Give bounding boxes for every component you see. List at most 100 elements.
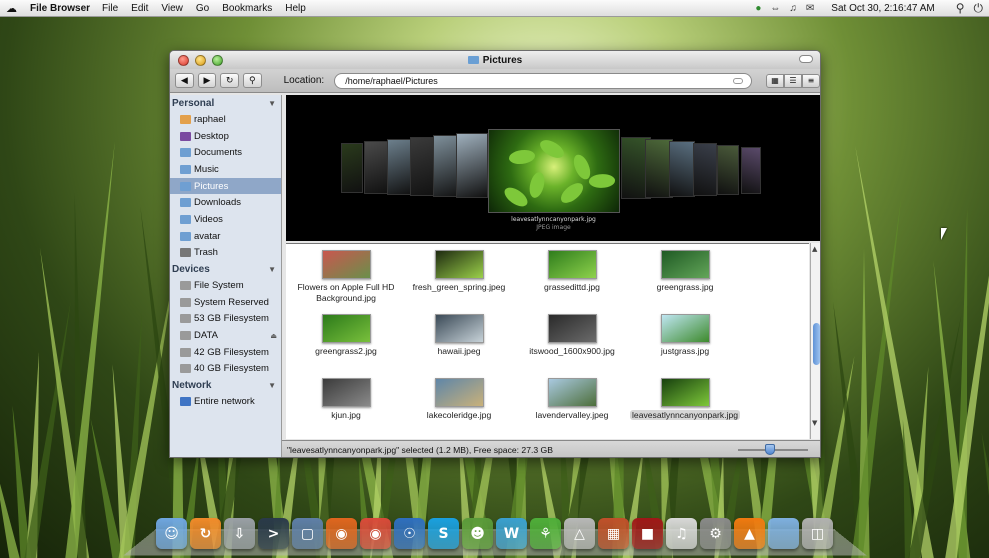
sidebar-item-40-gb-filesystem[interactable]: 40 GB Filesystem — [170, 361, 281, 378]
file-item[interactable]: justgrass.jpg — [630, 308, 740, 357]
sidebar-item-avatar[interactable]: avatar — [170, 228, 281, 245]
menu-go[interactable]: Go — [196, 3, 209, 14]
cover-flow[interactable]: leavesatlynncanyonpark.jpg JPEG image — [286, 95, 820, 241]
icon-view-button[interactable]: ▦ — [766, 73, 784, 88]
cover-flow-thumbnail[interactable] — [717, 145, 739, 195]
file-item[interactable]: greengrass.jpg — [630, 244, 740, 293]
sidebar-item-raphael[interactable]: raphael — [170, 111, 281, 128]
image-thumbnail[interactable] — [660, 250, 710, 279]
back-button[interactable]: ◀ — [175, 73, 194, 88]
chrome-icon[interactable]: ◉ — [360, 518, 391, 549]
search-button[interactable]: ⚲ — [242, 73, 262, 88]
volume-icon[interactable]: ♫ — [789, 3, 797, 14]
sidebar-item-music[interactable]: Music — [170, 161, 281, 178]
zoom-slider[interactable] — [738, 444, 808, 455]
sidebar-section-devices[interactable]: Devices ▼ — [170, 261, 281, 277]
menu-bookmarks[interactable]: Bookmarks — [222, 3, 272, 14]
download-icon[interactable]: ⇩ — [224, 518, 255, 549]
file-item[interactable]: fresh_green_spring.jpeg — [404, 244, 514, 293]
preview-icon[interactable]: ▢ — [292, 518, 323, 549]
vertical-scrollbar[interactable]: ▲ ▼ — [810, 243, 820, 439]
text-editor-icon[interactable]: W — [496, 518, 527, 549]
file-item[interactable]: kjun.jpg — [291, 372, 401, 421]
scroll-up-icon[interactable]: ▲ — [812, 245, 817, 253]
itunes-icon[interactable]: ♫ — [666, 518, 697, 549]
list-view-button[interactable]: ☰ — [784, 73, 802, 88]
mail-icon[interactable]: ✉ — [806, 3, 814, 14]
zoom-slider-knob[interactable] — [765, 444, 775, 455]
scroll-down-icon[interactable]: ▼ — [812, 419, 817, 427]
photos-icon[interactable]: ▦ — [598, 518, 629, 549]
search-icon[interactable]: ⚲ — [956, 1, 965, 15]
menu-view[interactable]: View — [161, 3, 183, 14]
file-item[interactable]: Flowers on Apple Full HD Background.jpg — [291, 244, 401, 304]
eject-icon[interactable]: ⏏ — [270, 332, 277, 340]
sidebar-item-videos[interactable]: Videos — [170, 211, 281, 228]
image-thumbnail[interactable] — [434, 378, 484, 407]
power-icon[interactable]: ⏻ — [974, 1, 984, 16]
forward-button[interactable]: ▶ — [197, 73, 217, 88]
sidebar-item-downloads[interactable]: Downloads — [170, 194, 281, 211]
image-thumbnail[interactable] — [321, 250, 371, 279]
sidebar-item-system-reserved[interactable]: System Reserved — [170, 294, 281, 311]
sidebar-item-53-gb-filesystem[interactable]: 53 GB Filesystem — [170, 311, 281, 328]
firefox-icon[interactable]: ◉ — [326, 518, 357, 549]
reload-button[interactable]: ↻ — [220, 73, 239, 88]
plant-icon[interactable]: ⚘ — [530, 518, 561, 549]
games-icon[interactable]: △ — [564, 518, 595, 549]
file-item[interactable]: lakecoleridge.jpg — [404, 372, 514, 421]
chevron-down-icon[interactable]: ▼ — [268, 381, 276, 390]
file-item[interactable]: lavendervalley.jpeg — [517, 372, 627, 421]
sidebar-item-data[interactable]: DATA ⏏ — [170, 327, 281, 344]
cover-flow-thumbnail[interactable] — [693, 143, 717, 196]
image-thumbnail[interactable] — [321, 314, 371, 343]
chevron-down-icon[interactable]: ▼ — [268, 99, 276, 108]
finder-icon[interactable]: ☺ — [156, 518, 187, 549]
image-thumbnail[interactable] — [547, 314, 597, 343]
chevron-down-icon[interactable]: ▼ — [268, 265, 276, 274]
system-prefs-icon[interactable]: ⚙ — [700, 518, 731, 549]
scrollbar-thumb[interactable] — [813, 323, 820, 365]
vlc-icon[interactable]: ▲ — [734, 518, 765, 549]
sidebar-section-network[interactable]: Network ▼ — [170, 377, 281, 393]
location-field[interactable]: /home/raphael/Pictures — [334, 72, 752, 89]
skype-icon[interactable]: S — [428, 518, 459, 549]
terminal-icon[interactable]: > — [258, 518, 289, 549]
image-thumbnail[interactable] — [547, 250, 597, 279]
network-icon[interactable]: ● — [755, 3, 761, 14]
image-thumbnail[interactable] — [434, 250, 484, 279]
sidebar-item-entire-network[interactable]: Entire network — [170, 393, 281, 410]
file-item[interactable]: itswood_1600x900.jpg — [517, 308, 627, 357]
folder-icon[interactable] — [768, 518, 799, 549]
title-bar[interactable]: Pictures — [170, 51, 820, 69]
trash-icon[interactable]: ◫ — [802, 518, 833, 549]
image-thumbnail[interactable] — [660, 378, 710, 407]
compact-view-button[interactable]: ≡ — [802, 73, 820, 88]
transfer-icon[interactable]: ⇔ — [770, 3, 780, 14]
file-item[interactable]: hawaii.jpeg — [404, 308, 514, 357]
app-menu-icon[interactable]: ☁ — [6, 2, 20, 15]
sidebar-item-desktop[interactable]: Desktop — [170, 128, 281, 145]
menu-help[interactable]: Help — [285, 3, 306, 14]
sidebar-section-personal[interactable]: Personal ▼ — [170, 95, 281, 111]
image-thumbnail[interactable] — [660, 314, 710, 343]
photobooth-icon[interactable]: ■ — [632, 518, 663, 549]
image-thumbnail[interactable] — [321, 378, 371, 407]
sidebar-item-file-system[interactable]: File System — [170, 277, 281, 294]
cover-flow-thumbnail[interactable] — [341, 143, 363, 193]
image-thumbnail[interactable] — [547, 378, 597, 407]
app-name[interactable]: File Browser — [30, 3, 90, 14]
sidebar-item-documents[interactable]: Documents — [170, 144, 281, 161]
file-item[interactable]: grassedittd.jpg — [517, 244, 627, 293]
update-icon[interactable]: ↻ — [190, 518, 221, 549]
cover-flow-thumbnail[interactable] — [741, 147, 761, 194]
image-thumbnail[interactable] — [434, 314, 484, 343]
sidebar-item-trash[interactable]: Trash — [170, 245, 281, 262]
network-globe-icon[interactable]: ☉ — [394, 518, 425, 549]
menu-file[interactable]: File — [102, 3, 118, 14]
file-item[interactable]: leavesatlynncanyonpark.jpg — [630, 372, 741, 421]
cover-flow-current-image[interactable] — [488, 129, 620, 213]
toolbar-toggle-button[interactable] — [799, 55, 813, 63]
file-item[interactable]: greengrass2.jpg — [291, 308, 401, 357]
cover-flow-thumbnail[interactable] — [669, 141, 695, 197]
